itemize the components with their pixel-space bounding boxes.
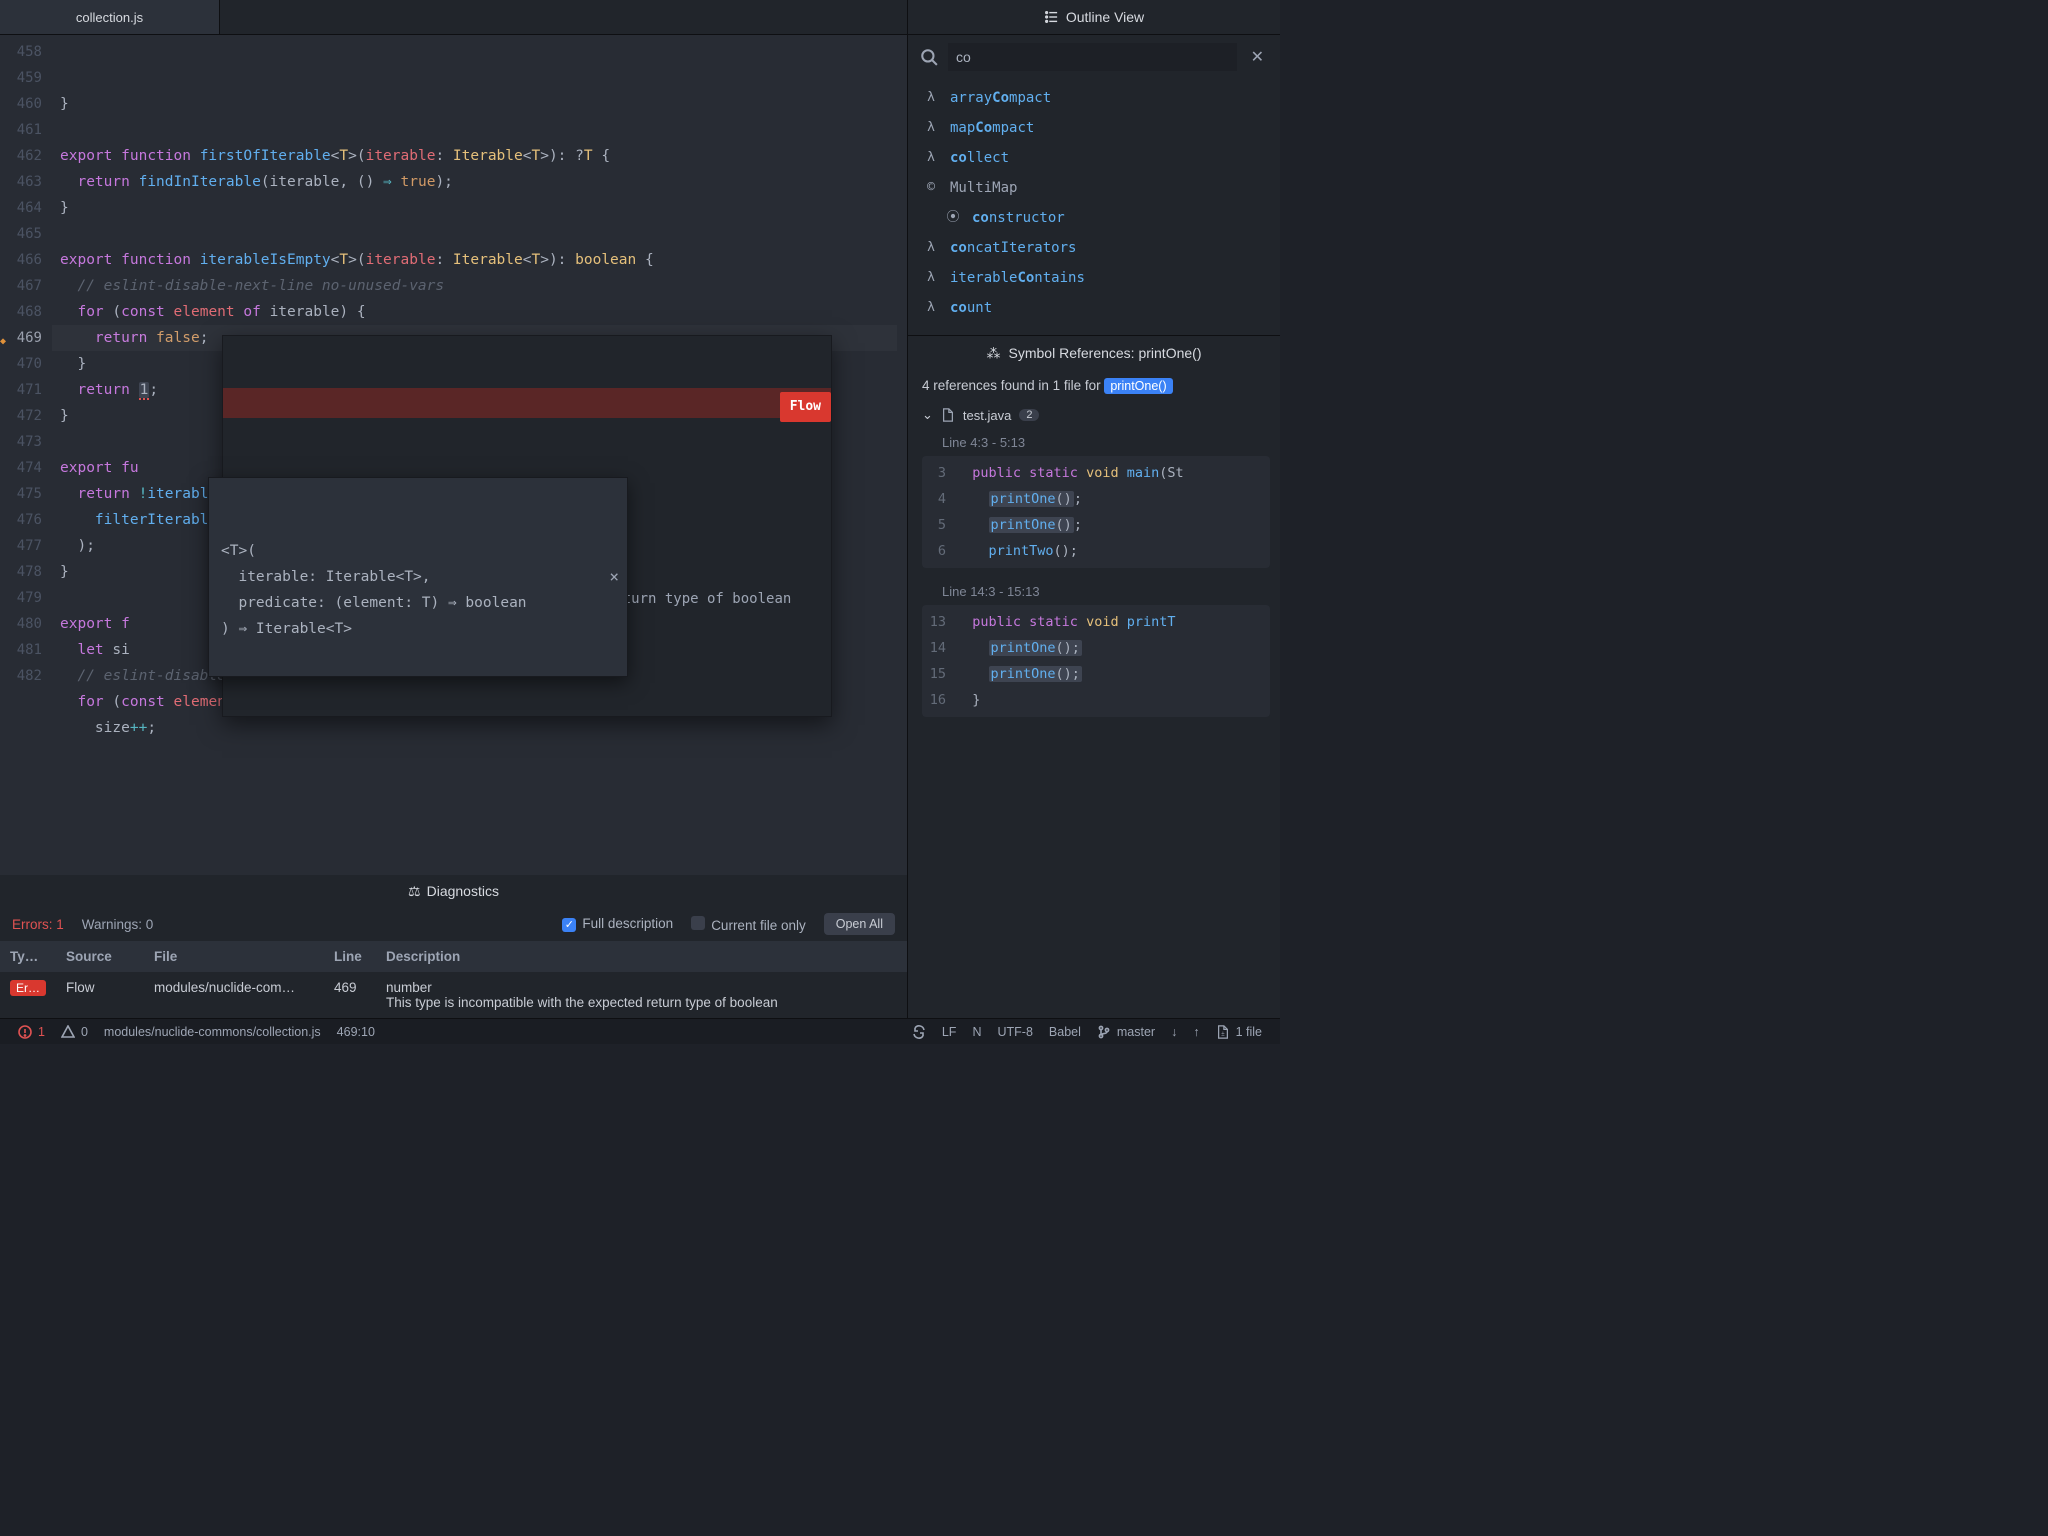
tab-collection-js[interactable]: collection.js [0,0,220,34]
warning-count[interactable]: Warnings: 0 [82,917,154,932]
refs-symbol: printOne() [1104,378,1172,394]
status-position[interactable]: 469:10 [329,1025,383,1039]
symbol-icon: λ [922,83,940,113]
status-warnings[interactable]: 0 [53,1025,96,1039]
status-files[interactable]: ± 1 file [1208,1025,1270,1039]
symbol-icon: λ [922,293,940,323]
arrow-up-icon[interactable]: ↑ [1185,1025,1207,1039]
refs-file-row[interactable]: ⌄ test.java 2 [908,401,1280,429]
flow-tag: Flow [780,392,831,422]
table-row[interactable]: Er… Flow modules/nuclide-com… 469 number… [0,972,907,1018]
status-encoding[interactable]: UTF-8 [989,1025,1040,1039]
outline-item[interactable]: λ collect [916,143,1272,173]
status-insert[interactable]: N [964,1025,989,1039]
diagnostics-title: Diagnostics [427,883,499,899]
diagnostics-table: Ty… Source File Line Description Er… Flo… [0,941,907,1018]
symbol-icon: λ [922,233,940,263]
outline-list: λ arrayCompact λ mapCompact λ collect © … [908,79,1280,327]
outline-item[interactable]: λ mapCompact [916,113,1272,143]
refs-file-count: 2 [1019,409,1039,421]
clear-icon[interactable]: ✕ [1247,47,1268,67]
status-lang[interactable]: Babel [1041,1025,1089,1039]
arrow-down-icon[interactable]: ↓ [1163,1025,1185,1039]
current-file-toggle[interactable]: Current file only [691,916,806,933]
code-area[interactable]: } export function firstOfIterable<T>(ite… [52,35,907,875]
outline-item[interactable]: λ arrayCompact [916,83,1272,113]
symbol-icon: λ [922,143,940,173]
chevron-down-icon: ⌄ [922,407,933,423]
balance-icon: ⚖ [408,883,421,900]
diagnostics-panel: ⚖ Diagnostics Errors: 1 Warnings: 0 ✓Ful… [0,875,907,1018]
status-errors[interactable]: 1 [10,1025,53,1039]
refs-location[interactable]: Line 4:3 - 5:13 [908,429,1280,454]
outline-search-input[interactable] [948,43,1237,71]
error-count[interactable]: Errors: 1 [12,917,64,932]
refs-location[interactable]: Line 14:3 - 15:13 [908,578,1280,603]
outline-item[interactable]: © MultiMap [916,173,1272,203]
outline-item[interactable]: λ count [916,293,1272,323]
refs-code-block[interactable]: 13 public static void printT14 printOne(… [922,605,1270,717]
file-icon [941,408,955,422]
symbol-icon: ⦿ [944,203,962,233]
list-icon [1044,10,1058,24]
open-all-button[interactable]: Open All [824,913,895,935]
symbol-icon: © [922,173,940,203]
close-icon[interactable]: × [609,564,619,590]
code-editor[interactable]: 4584594604614624634644654664674684694704… [0,35,907,875]
outline-item[interactable]: ⦿ constructor [916,203,1272,233]
signature-popup: × <T>( iterable: Iterable<T>, predicate:… [208,477,628,677]
sync-icon[interactable] [904,1025,934,1039]
search-icon [920,48,938,66]
gutter: 4584594604614624634644654664674684694704… [0,35,52,875]
wand-icon: ⁂ [987,345,1001,362]
status-path[interactable]: modules/nuclide-commons/collection.js [96,1025,329,1039]
refs-title: Symbol References: printOne() [1009,345,1202,361]
symbol-icon: λ [922,113,940,143]
outline-title: Outline View [1066,9,1144,25]
status-bar: 1 0 modules/nuclide-commons/collection.j… [0,1018,1280,1044]
refs-summary: 4 references found in 1 file for [922,378,1104,393]
outline-item[interactable]: λ concatIterators [916,233,1272,263]
status-branch[interactable]: master [1089,1025,1163,1039]
refs-code-block[interactable]: 3 public static void main(St4 printOne()… [922,456,1270,568]
svg-text:±: ± [1221,1030,1225,1037]
full-description-toggle[interactable]: ✓Full description [562,916,673,932]
status-eol[interactable]: LF [934,1025,965,1039]
outline-item[interactable]: λ iterableContains [916,263,1272,293]
symbol-icon: λ [922,263,940,293]
tab-bar: collection.js [0,0,907,35]
